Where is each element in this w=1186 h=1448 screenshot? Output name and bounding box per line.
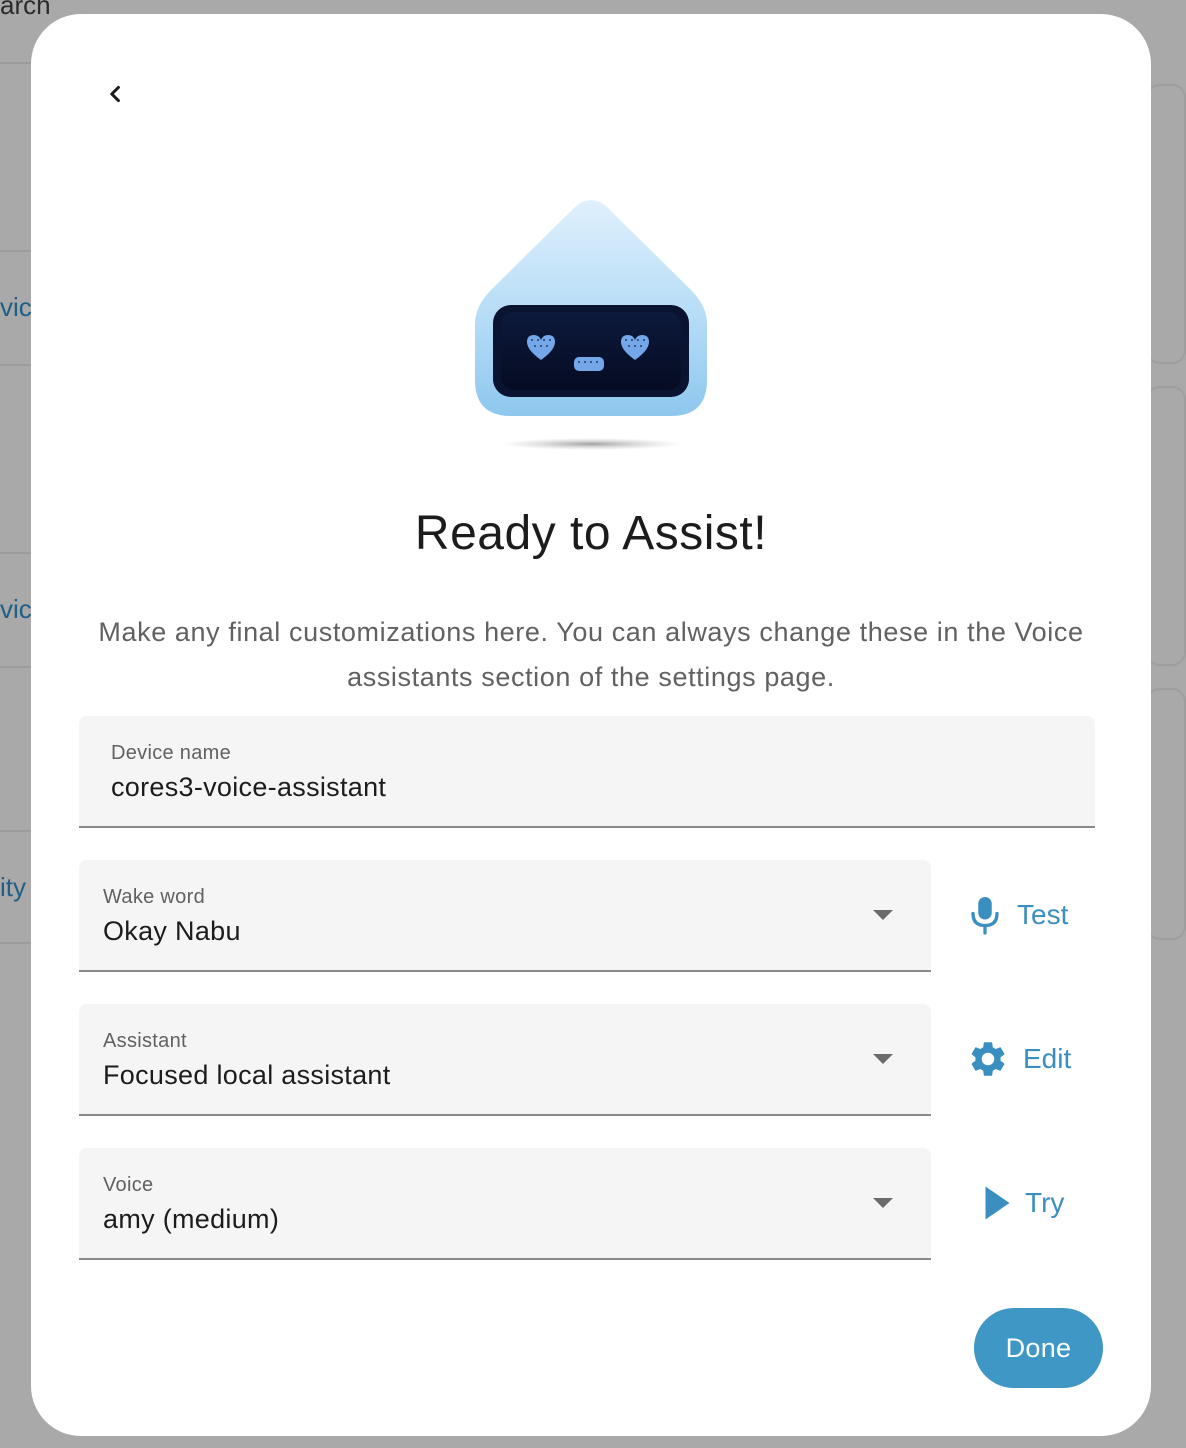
voice-select[interactable]: Voice amy (medium): [79, 1148, 931, 1260]
voice-assistant-robot-icon: [471, 190, 711, 460]
ready-to-assist-dialog: Ready to Assist! Make any final customiz…: [31, 14, 1151, 1436]
edit-assistant-button[interactable]: Edit: [967, 1038, 1071, 1080]
dropdown-arrow-icon: [873, 910, 893, 920]
test-button-label: Test: [1017, 899, 1069, 930]
play-icon: [985, 1186, 1010, 1220]
done-button[interactable]: Done: [974, 1308, 1103, 1388]
dialog-title: Ready to Assist!: [414, 507, 768, 560]
background-text: vic: [0, 292, 32, 322]
wake-word-label: Wake word: [103, 886, 205, 908]
device-name-field[interactable]: Device name cores3-voice-assistant: [79, 716, 1095, 828]
gear-icon: [971, 1042, 1005, 1076]
try-voice-button[interactable]: Try: [981, 1182, 1064, 1224]
voice-value: amy (medium): [103, 1204, 280, 1234]
assistant-label: Assistant: [103, 1030, 187, 1052]
background-text: vic: [0, 594, 32, 624]
back-button[interactable]: [91, 70, 139, 118]
dropdown-arrow-icon: [873, 1054, 893, 1064]
background-divider: [0, 942, 34, 944]
assistant-select[interactable]: Assistant Focused local assistant: [79, 1004, 931, 1116]
device-name-value: cores3-voice-assistant: [111, 772, 387, 802]
wake-word-value: Okay Nabu: [103, 916, 241, 946]
background-divider: [0, 552, 34, 554]
device-name-label: Device name: [111, 742, 232, 764]
background-card: [1146, 688, 1186, 940]
background-divider: [0, 830, 34, 832]
background-divider: [0, 666, 34, 668]
assistant-value: Focused local assistant: [103, 1060, 391, 1090]
background-search-text: arch: [0, 0, 51, 20]
dropdown-arrow-icon: [873, 1198, 893, 1208]
voice-label: Voice: [103, 1174, 154, 1196]
test-wake-word-button[interactable]: Test: [967, 894, 1068, 936]
edit-button-label: Edit: [1023, 1043, 1072, 1074]
dialog-description: Make any final customizations here. You …: [98, 617, 1084, 692]
background-text: ity: [0, 872, 26, 902]
background-card: [1146, 84, 1186, 364]
chevron-left-icon: [110, 85, 120, 103]
background-divider: [0, 250, 34, 252]
background-divider: [0, 364, 34, 366]
background-divider: [0, 62, 34, 64]
wake-word-select[interactable]: Wake word Okay Nabu: [79, 860, 931, 972]
try-button-label: Try: [1025, 1187, 1065, 1218]
background-card: [1146, 386, 1186, 666]
microphone-icon: [971, 897, 999, 935]
